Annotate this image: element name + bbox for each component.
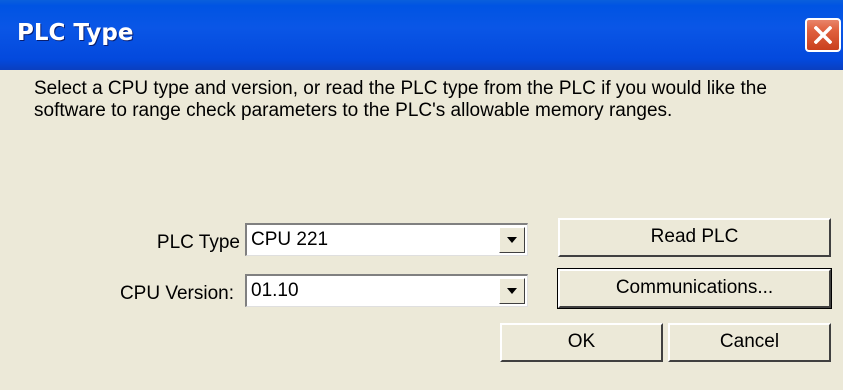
plc-type-dropdown-button[interactable] bbox=[499, 227, 525, 253]
close-button[interactable] bbox=[805, 18, 841, 52]
cpu-version-select[interactable]: 01.10 bbox=[245, 274, 528, 307]
read-plc-button[interactable]: Read PLC bbox=[558, 218, 831, 257]
chevron-down-icon bbox=[507, 237, 517, 243]
dialog-body: Select a CPU type and version, or read t… bbox=[0, 70, 843, 390]
cpu-version-label: CPU Version: bbox=[119, 283, 234, 304]
window-title: PLC Type bbox=[17, 20, 134, 46]
ok-button[interactable]: OK bbox=[500, 323, 663, 362]
title-bar[interactable]: PLC Type bbox=[0, 0, 843, 70]
communications-button[interactable]: Communications... bbox=[557, 268, 832, 309]
chevron-down-icon bbox=[507, 288, 517, 294]
plc-type-dialog: PLC Type Select a CPU type and version, … bbox=[0, 0, 843, 390]
cpu-version-value: 01.10 bbox=[251, 280, 299, 301]
close-icon bbox=[814, 26, 832, 44]
cpu-version-dropdown-button[interactable] bbox=[499, 278, 525, 304]
cancel-button[interactable]: Cancel bbox=[668, 323, 831, 362]
description-text: Select a CPU type and version, or read t… bbox=[34, 78, 767, 121]
plc-type-label: PLC Type bbox=[156, 232, 240, 253]
plc-type-select[interactable]: CPU 221 bbox=[245, 223, 528, 256]
plc-type-value: CPU 221 bbox=[251, 229, 329, 250]
